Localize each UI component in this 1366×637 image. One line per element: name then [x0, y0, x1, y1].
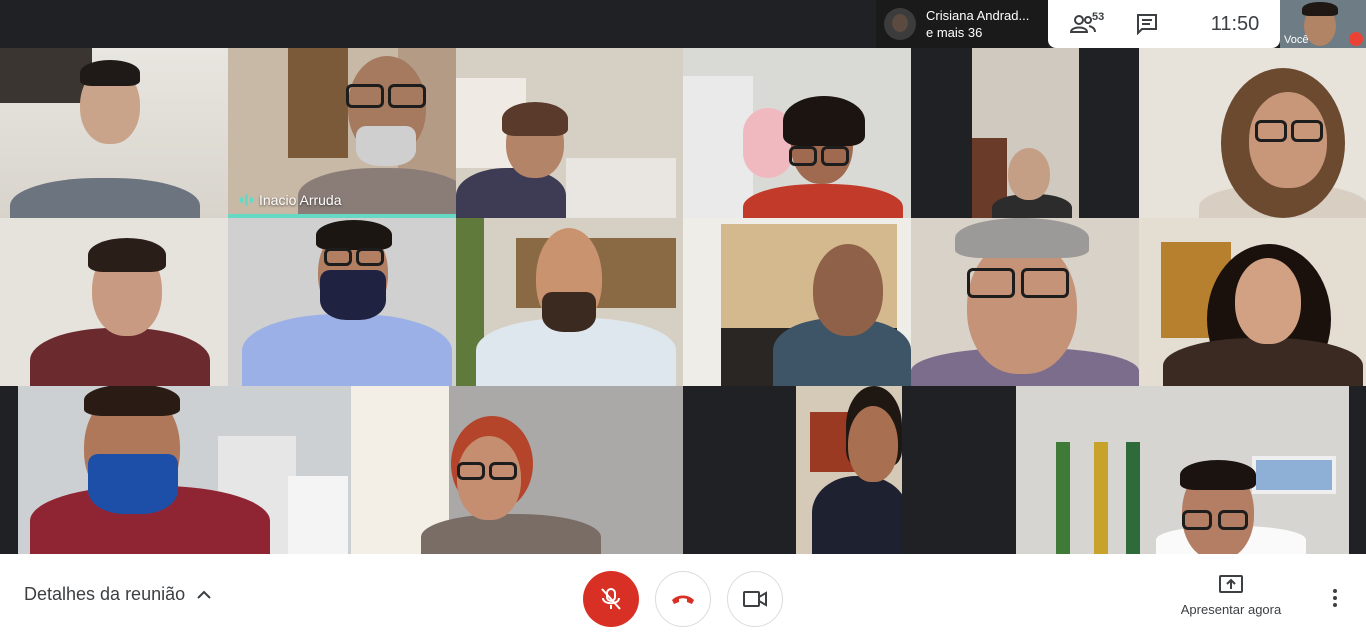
participant-tile[interactable] — [1139, 48, 1366, 218]
top-right-overlay: Crisiana Andrad... e mais 36 53 11:50 Vo… — [876, 0, 1366, 48]
audio-level-icon — [240, 194, 253, 206]
participant-tile[interactable] — [683, 218, 911, 386]
self-view-tile[interactable]: Você — [1280, 0, 1366, 48]
participant-tile[interactable] — [683, 48, 911, 218]
participant-tile-speaking[interactable]: Inacio Arruda — [228, 48, 456, 218]
participant-tile[interactable] — [0, 218, 228, 386]
participants-button[interactable]: 53 — [1048, 0, 1118, 48]
microphone-toggle-button[interactable] — [583, 571, 639, 627]
participant-name-tag: Inacio Arruda — [240, 192, 342, 208]
participant-tile[interactable] — [456, 48, 683, 218]
presenter-avatar — [884, 8, 916, 40]
present-now-label: Apresentar agora — [1180, 602, 1282, 617]
participant-name: Inacio Arruda — [259, 192, 342, 208]
meeting-details-label: Detalhes da reunião — [24, 584, 186, 604]
participant-tile[interactable] — [1139, 218, 1366, 386]
participant-count: 53 — [1092, 11, 1105, 23]
others-count: e mais 36 — [926, 25, 983, 40]
participant-tile[interactable] — [456, 218, 683, 386]
participant-tile[interactable] — [18, 386, 351, 554]
participant-tile[interactable] — [351, 386, 683, 554]
chat-button[interactable] — [1118, 0, 1176, 48]
participant-tile[interactable] — [228, 218, 456, 386]
chevron-up-icon — [197, 590, 211, 599]
participant-tile[interactable] — [0, 48, 228, 218]
meeting-info-panel: 53 11:50 — [1048, 0, 1280, 48]
participant-tile[interactable] — [796, 386, 902, 554]
presenter-name: Crisiana Andrad... — [926, 8, 1030, 23]
mic-off-icon — [1349, 32, 1363, 46]
video-grid: Inacio Arruda Crisiana Andrad... e mais … — [0, 0, 1366, 554]
more-vert-icon — [1333, 589, 1337, 607]
participant-tile[interactable] — [911, 218, 1139, 386]
clock: 11:50 — [1210, 12, 1260, 35]
meeting-details-button[interactable]: Detalhes da reunião — [24, 584, 213, 605]
camera-icon — [743, 591, 767, 607]
present-now-button[interactable]: Apresentar agora — [1170, 574, 1292, 617]
leave-call-button[interactable] — [655, 571, 711, 627]
chat-icon — [1137, 14, 1157, 35]
bottom-toolbar: Detalhes da reunião Apresentar agora — [0, 554, 1366, 637]
participant-tile[interactable] — [1016, 386, 1349, 554]
more-options-button[interactable] — [1323, 586, 1347, 610]
self-label: Você — [1284, 34, 1309, 46]
hangup-icon — [672, 595, 694, 604]
participant-tile[interactable] — [972, 48, 1079, 218]
presenter-chip[interactable]: Crisiana Andrad... e mais 36 — [876, 0, 1048, 48]
present-screen-icon — [1219, 575, 1243, 593]
camera-toggle-button[interactable] — [727, 571, 783, 627]
mic-off-icon — [601, 588, 621, 610]
